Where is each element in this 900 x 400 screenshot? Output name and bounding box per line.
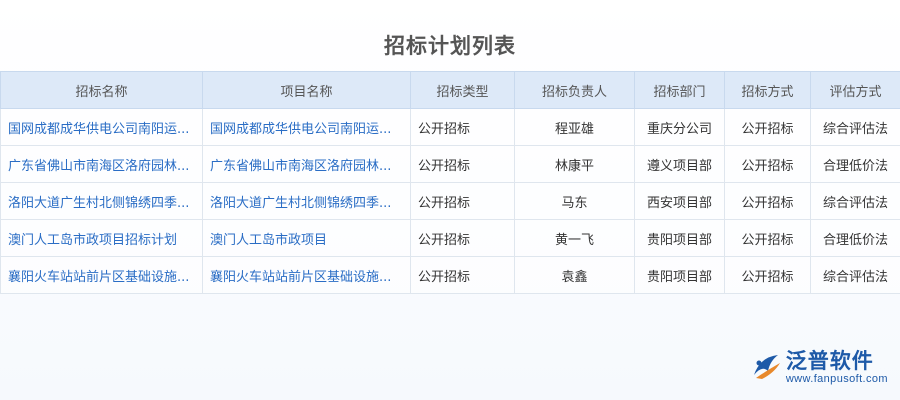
project-name-link[interactable]: 洛阳大道广生村北侧锦绣四季...: [202, 182, 411, 220]
project-name-link[interactable]: 国网成都成华供电公司南阳运...: [202, 108, 411, 146]
brand-url: www.fanpusoft.com: [785, 373, 888, 385]
bid-department-cell: 贵阳项目部: [634, 256, 725, 294]
table-row[interactable]: 洛阳大道广生村北侧锦绣四季... 洛阳大道广生村北侧锦绣四季... 公开招标 马…: [0, 182, 900, 220]
page-title: 招标计划列表: [384, 34, 516, 58]
bid-type-cell: 公开招标: [410, 145, 515, 183]
bid-method-cell: 公开招标: [724, 256, 811, 294]
brand-logo: 泛普软件 www.fanpusoft.com: [750, 349, 888, 386]
column-header-evaluation-method[interactable]: 评估方式: [810, 71, 900, 109]
table-row[interactable]: 澳门人工岛市政项目招标计划 澳门人工岛市政项目 公开招标 黄一飞 贵阳项目部 公…: [0, 219, 900, 257]
table-row[interactable]: 国网成都成华供电公司南阳运... 国网成都成华供电公司南阳运... 公开招标 程…: [0, 108, 900, 146]
bid-name-link[interactable]: 广东省佛山市南海区洛府园林...: [0, 145, 203, 183]
bid-owner-cell: 林康平: [514, 145, 635, 183]
bid-method-cell: 公开招标: [724, 182, 811, 220]
project-name-link[interactable]: 襄阳火车站站前片区基础设施...: [202, 256, 411, 294]
fanpu-logo-icon: [753, 355, 780, 379]
bid-name-link[interactable]: 国网成都成华供电公司南阳运...: [0, 108, 203, 146]
bid-owner-cell: 程亚雄: [514, 108, 635, 146]
project-name-link[interactable]: 广东省佛山市南海区洛府园林...: [202, 145, 411, 183]
bid-owner-cell: 袁鑫: [514, 256, 635, 294]
bid-owner-cell: 黄一飞: [514, 219, 635, 257]
evaluation-method-cell: 综合评估法: [810, 182, 900, 220]
table-row[interactable]: 广东省佛山市南海区洛府园林... 广东省佛山市南海区洛府园林... 公开招标 林…: [0, 145, 900, 183]
table-header-row: 招标名称 项目名称 招标类型 招标负责人 招标部门 招标方式 评估方式: [0, 71, 900, 109]
project-name-link[interactable]: 澳门人工岛市政项目: [202, 219, 411, 257]
bid-department-cell: 遵义项目部: [634, 145, 725, 183]
evaluation-method-cell: 合理低价法: [810, 145, 900, 183]
table-row[interactable]: 襄阳火车站站前片区基础设施... 襄阳火车站站前片区基础设施... 公开招标 袁…: [0, 256, 900, 294]
bid-type-cell: 公开招标: [410, 256, 515, 294]
bid-type-cell: 公开招标: [410, 219, 515, 257]
bid-name-link[interactable]: 洛阳大道广生村北侧锦绣四季...: [0, 182, 203, 220]
column-header-project-name[interactable]: 项目名称: [202, 71, 411, 109]
evaluation-method-cell: 合理低价法: [810, 219, 900, 257]
column-header-bid-method[interactable]: 招标方式: [724, 71, 811, 109]
column-header-bid-name[interactable]: 招标名称: [0, 71, 203, 109]
bid-type-cell: 公开招标: [410, 182, 515, 220]
bid-department-cell: 西安项目部: [634, 182, 725, 220]
bid-method-cell: 公开招标: [724, 108, 811, 146]
brand-name: 泛普软件: [785, 349, 874, 373]
bid-name-link[interactable]: 澳门人工岛市政项目招标计划: [0, 219, 203, 257]
bid-owner-cell: 马东: [514, 182, 635, 220]
bid-type-cell: 公开招标: [410, 108, 515, 146]
bid-department-cell: 贵阳项目部: [634, 219, 725, 257]
evaluation-method-cell: 综合评估法: [810, 108, 900, 146]
bid-name-link[interactable]: 襄阳火车站站前片区基础设施...: [0, 256, 203, 294]
bid-method-cell: 公开招标: [724, 145, 811, 183]
bid-method-cell: 公开招标: [724, 219, 811, 257]
column-header-bid-department[interactable]: 招标部门: [634, 71, 725, 109]
column-header-bid-type[interactable]: 招标类型: [410, 71, 515, 109]
column-header-bid-owner[interactable]: 招标负责人: [514, 71, 635, 109]
bid-plan-table: 招标名称 项目名称 招标类型 招标负责人 招标部门 招标方式 评估方式 国网成都…: [0, 71, 900, 294]
bid-department-cell: 重庆分公司: [634, 108, 725, 146]
evaluation-method-cell: 综合评估法: [810, 256, 900, 294]
